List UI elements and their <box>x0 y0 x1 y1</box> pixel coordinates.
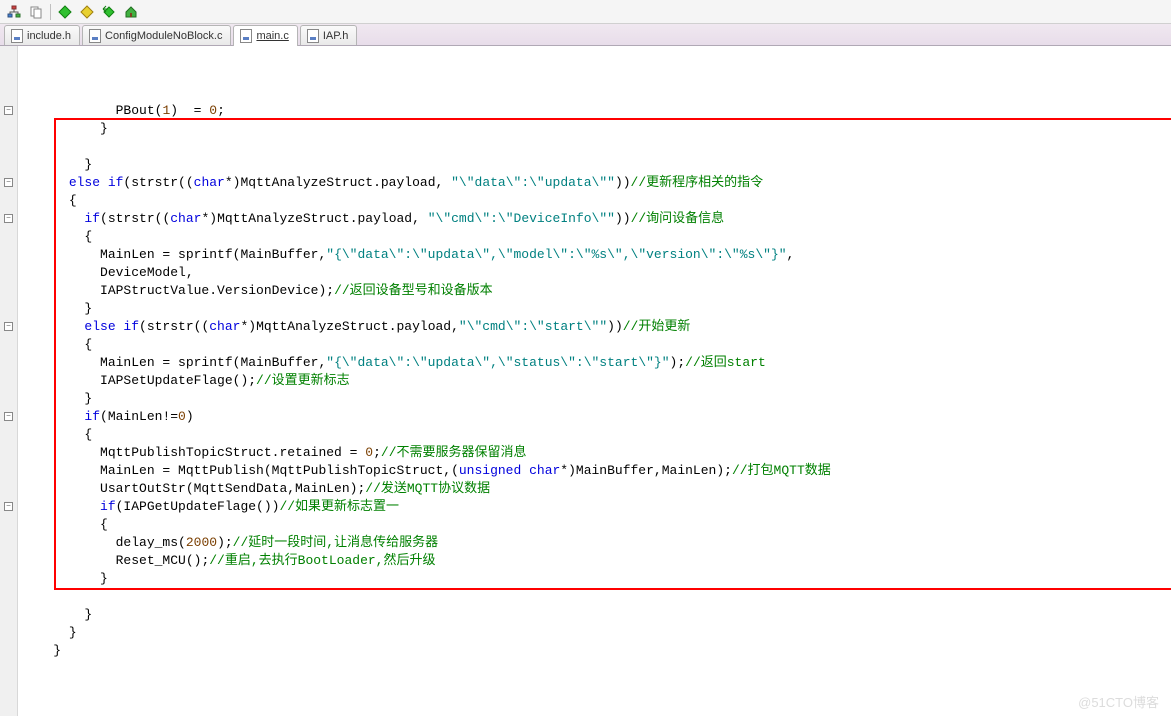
diamond-back-icon[interactable] <box>101 4 117 20</box>
file-icon <box>89 29 101 43</box>
file-icon <box>11 29 23 43</box>
diamond-yellow-icon[interactable] <box>79 4 95 20</box>
code-line[interactable]: } <box>18 390 1171 408</box>
code-area[interactable]: PBout(1) = 0; } } else if(strstr((char*)… <box>18 46 1171 716</box>
code-line[interactable]: } <box>18 300 1171 318</box>
code-line[interactable]: { <box>18 228 1171 246</box>
code-line[interactable]: delay_ms(2000);//延时一段时间,让消息传给服务器 <box>18 534 1171 552</box>
tab-label: ConfigModuleNoBlock.c <box>105 30 222 42</box>
tab-iap-h[interactable]: IAP.h <box>300 25 358 45</box>
code-line[interactable]: MainLen = sprintf(MainBuffer,"{\"data\":… <box>18 246 1171 264</box>
tab-main-c[interactable]: main.c <box>233 25 297 46</box>
home-icon[interactable] <box>123 4 139 20</box>
code-line[interactable]: } <box>18 642 1171 660</box>
code-line[interactable]: } <box>18 606 1171 624</box>
fold-gutter[interactable]: − − − − − − <box>0 46 18 716</box>
code-line[interactable]: } <box>18 156 1171 174</box>
code-line[interactable]: else if(strstr((char*)MqttAnalyzeStruct.… <box>18 174 1171 192</box>
code-line[interactable]: DeviceModel, <box>18 264 1171 282</box>
code-line[interactable]: } <box>18 120 1171 138</box>
fold-marker[interactable]: − <box>4 502 13 511</box>
code-line[interactable]: if(IAPGetUpdateFlage())//如果更新标志置一 <box>18 498 1171 516</box>
code-line[interactable] <box>18 588 1171 606</box>
code-line[interactable]: MqttPublishTopicStruct.retained = 0;//不需… <box>18 444 1171 462</box>
code-line[interactable]: { <box>18 336 1171 354</box>
code-line[interactable]: IAPSetUpdateFlage();//设置更新标志 <box>18 372 1171 390</box>
tab-label: IAP.h <box>323 30 349 42</box>
code-line[interactable]: MainLen = MqttPublish(MqttPublishTopicSt… <box>18 462 1171 480</box>
code-line[interactable]: if(MainLen!=0) <box>18 408 1171 426</box>
code-line[interactable]: { <box>18 516 1171 534</box>
code-line[interactable]: IAPStructValue.VersionDevice);//返回设备型号和设… <box>18 282 1171 300</box>
tab-label: main.c <box>256 30 288 42</box>
code-line[interactable]: { <box>18 192 1171 210</box>
tab-configmodule[interactable]: ConfigModuleNoBlock.c <box>82 25 231 45</box>
fold-marker[interactable]: − <box>4 178 13 187</box>
code-line[interactable]: { <box>18 426 1171 444</box>
tab-label: include.h <box>27 30 71 42</box>
code-line[interactable]: } <box>18 624 1171 642</box>
tab-include-h[interactable]: include.h <box>4 25 80 45</box>
fold-marker[interactable]: − <box>4 322 13 331</box>
hierarchy-icon[interactable] <box>6 4 22 20</box>
code-line[interactable]: UsartOutStr(MqttSendData,MainLen);//发送MQ… <box>18 480 1171 498</box>
tab-bar: include.h ConfigModuleNoBlock.c main.c I… <box>0 24 1171 46</box>
code-line[interactable]: MainLen = sprintf(MainBuffer,"{\"data\":… <box>18 354 1171 372</box>
code-line[interactable]: Reset_MCU();//重启,去执行BootLoader,然后升级 <box>18 552 1171 570</box>
toolbar <box>0 0 1171 24</box>
fold-marker[interactable]: − <box>4 214 13 223</box>
code-line[interactable]: } <box>18 570 1171 588</box>
editor: − − − − − − PBout(1) = 0; } } else if(strstr(… <box>0 46 1171 716</box>
watermark: @51CTO博客 <box>1078 694 1159 712</box>
fold-marker[interactable]: − <box>4 412 13 421</box>
code-line[interactable]: else if(strstr((char*)MqttAnalyzeStruct.… <box>18 318 1171 336</box>
diamond-green-icon[interactable] <box>57 4 73 20</box>
code-line[interactable] <box>18 138 1171 156</box>
fold-marker[interactable]: − <box>4 106 13 115</box>
file-icon <box>307 29 319 43</box>
toolbar-divider <box>50 4 51 20</box>
code-line[interactable]: PBout(1) = 0; <box>18 102 1171 120</box>
file-icon <box>240 29 252 43</box>
code-line[interactable]: if(strstr((char*)MqttAnalyzeStruct.paylo… <box>18 210 1171 228</box>
copy-icon[interactable] <box>28 4 44 20</box>
